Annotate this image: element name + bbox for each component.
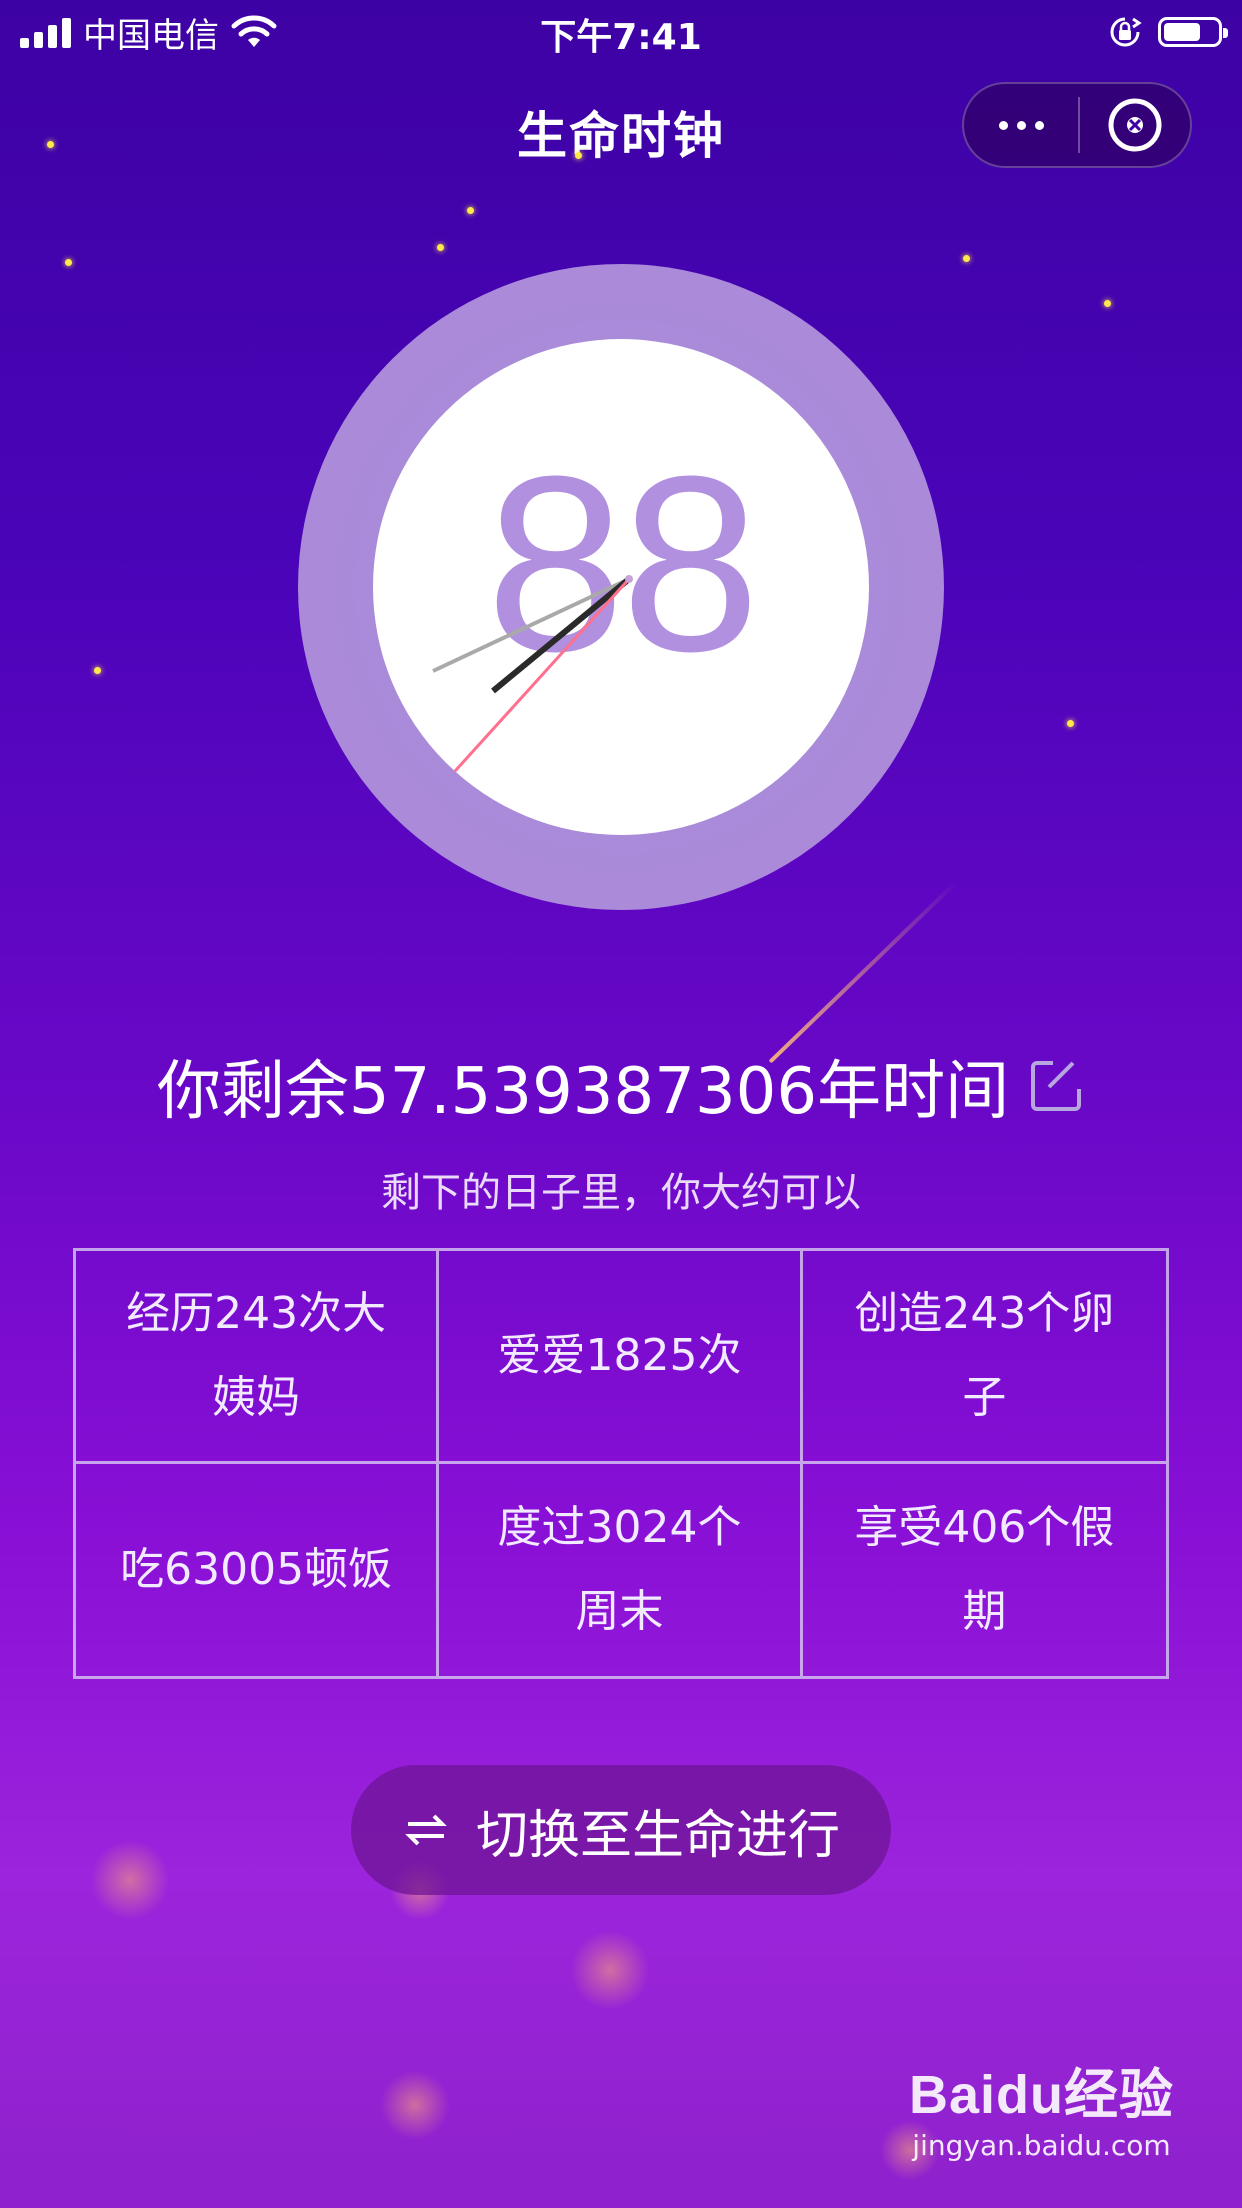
shooting-star (768, 879, 959, 1064)
stat-holidays: 享受406个假期 (854, 1501, 1115, 1637)
star-decoration (47, 141, 54, 148)
star-decoration (437, 244, 444, 251)
star-decoration (575, 152, 582, 159)
remaining-time-text: 你剩余57.539387306年时间 (156, 1055, 1010, 1129)
close-button[interactable] (1080, 84, 1190, 166)
more-dot-icon (1016, 120, 1026, 130)
bokeh-light (380, 2070, 450, 2140)
status-bar: 中国电信 下午7:41 (0, 0, 1242, 64)
stats-grid: 经历243次大姨妈 爱爱1825次 创造243个卵子 吃63005顿饭 度过30… (73, 1248, 1169, 1679)
stat-love: 爱爱1825次 (439, 1251, 803, 1464)
star-decoration (94, 667, 101, 674)
switch-mode-label: 切换至生命进行 (475, 1805, 840, 1866)
status-right (1108, 12, 1228, 52)
second-hand (435, 577, 631, 793)
more-dot-icon (1034, 120, 1044, 130)
close-circle-icon (1108, 98, 1162, 152)
stat-period: 经历243次大姨妈 (76, 1251, 440, 1464)
stat-weekends: 度过3024个周末 (439, 1463, 803, 1676)
stat-eggs: 创造243个卵子 (802, 1251, 1166, 1464)
edit-icon[interactable] (1027, 1057, 1085, 1115)
watermark-url: jingyan.baidu.com (912, 2129, 1171, 2162)
clock-center (625, 575, 633, 583)
star-decoration (65, 259, 72, 266)
miniprogram-capsule (962, 82, 1192, 168)
star-decoration (1104, 300, 1111, 307)
remaining-subtitle: 剩下的日子里，你大约可以 (381, 1170, 861, 1216)
status-time: 下午7:41 (540, 17, 702, 58)
swap-icon (405, 1814, 447, 1846)
clock-face: 88 (373, 339, 869, 835)
more-dot-icon (998, 120, 1008, 130)
star-decoration (963, 255, 970, 262)
star-decoration (467, 207, 474, 214)
bokeh-light (570, 1930, 650, 2010)
baidu-watermark: Baidu经验 jingyan.baidu.com (909, 2050, 1174, 2162)
rotation-lock-icon (1110, 17, 1142, 47)
clock-ring: 88 (298, 264, 944, 910)
watermark-logo: Baidu经验 (908, 2065, 1174, 2125)
switch-mode-button[interactable]: 切换至生命进行 (351, 1765, 891, 1895)
star-decoration (1067, 720, 1074, 727)
bokeh-light (90, 1840, 170, 1920)
clock-hands (432, 575, 633, 793)
battery-icon (1158, 17, 1228, 47)
stat-meals: 吃63005顿饭 (76, 1463, 440, 1676)
remaining-time-row: 你剩余57.539387306年时间 (0, 1040, 1242, 1132)
more-button[interactable] (964, 84, 1078, 166)
